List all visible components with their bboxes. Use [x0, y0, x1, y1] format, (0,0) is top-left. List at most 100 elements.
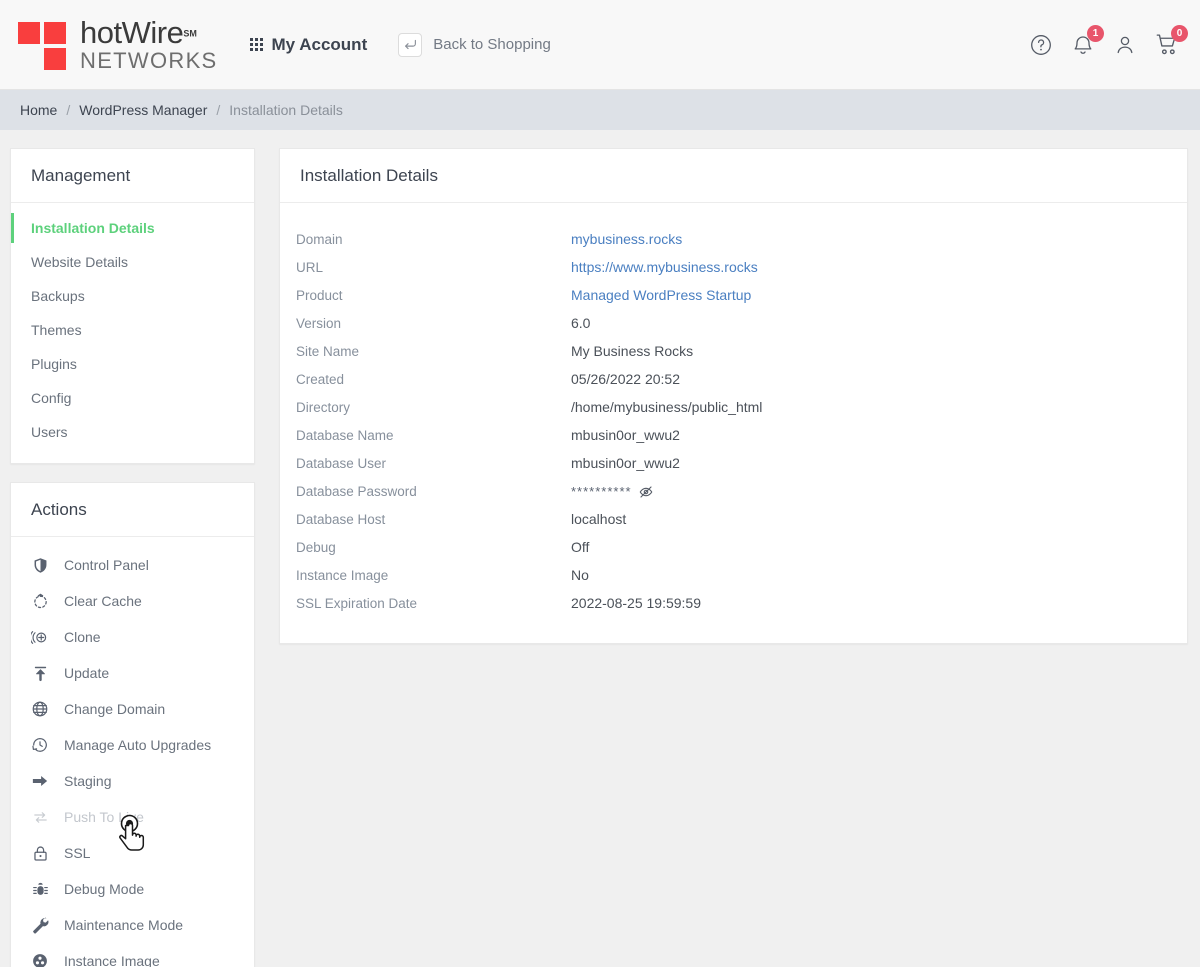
action-instance-image[interactable]: Instance Image [11, 943, 254, 967]
logo-sm-mark: SM [183, 28, 197, 39]
my-account-label: My Account [271, 34, 368, 54]
logo-squares-icon [18, 19, 70, 71]
instance-image-icon [30, 951, 50, 967]
table-row: Database Password ********** [296, 477, 1167, 505]
logo-wordmark: hotWireSM NETWORKS [80, 17, 218, 72]
action-clone[interactable]: Clone [11, 619, 254, 655]
breadcrumb-separator: / [216, 102, 221, 118]
action-label: Control Panel [64, 557, 149, 573]
table-row: Created 05/26/2022 20:52 [296, 365, 1167, 393]
table-row: Directory /home/mybusiness/public_html [296, 393, 1167, 421]
detail-label-domain: Domain [296, 232, 343, 247]
table-row: Database Name mbusin0or_wwu2 [296, 421, 1167, 449]
action-label: Maintenance Mode [64, 917, 184, 933]
detail-label-version: Version [296, 316, 342, 331]
detail-value-directory: /home/mybusiness/public_html [571, 399, 763, 415]
clone-plus-icon [30, 627, 50, 647]
my-account-button[interactable]: My Account [249, 34, 368, 55]
upload-arrow-icon [30, 663, 50, 683]
detail-value-domain[interactable]: mybusiness.rocks [571, 231, 682, 247]
detail-value-database-host: localhost [571, 511, 627, 527]
enter-return-icon [398, 32, 423, 57]
management-nav-list: Installation Details Website Details Bac… [11, 203, 254, 463]
header-actions: 1 0 [1028, 24, 1188, 58]
sidebar-item-label: Config [31, 390, 72, 406]
sidebar: Management Installation Details Website … [10, 148, 255, 967]
detail-label-site-name: Site Name [296, 344, 360, 359]
installation-details-table: Domain mybusiness.rocks URL https://www.… [280, 203, 1187, 643]
table-row: Instance Image No [296, 561, 1167, 589]
action-label: Clone [64, 629, 101, 645]
sidebar-item-users[interactable]: Users [11, 415, 254, 449]
detail-label-debug: Debug [296, 540, 336, 555]
globe-icon [30, 699, 50, 719]
history-clock-icon [30, 735, 50, 755]
swap-loop-icon [30, 807, 50, 827]
action-label: Update [64, 665, 110, 681]
table-row: Database Host localhost [296, 505, 1167, 533]
bug-icon [30, 879, 50, 899]
user-icon[interactable] [1112, 32, 1138, 58]
sidebar-item-installation-details[interactable]: Installation Details [11, 211, 254, 245]
detail-label-database-host: Database Host [296, 512, 386, 527]
back-to-shopping-label: Back to Shopping [433, 36, 551, 53]
action-manage-auto-upgrades[interactable]: Manage Auto Upgrades [11, 727, 254, 763]
action-update[interactable]: Update [11, 655, 254, 691]
sidebar-item-plugins[interactable]: Plugins [11, 347, 254, 381]
action-staging[interactable]: Staging [11, 763, 254, 799]
wrench-icon [30, 915, 50, 935]
logo-name-bottom: NETWORKS [80, 48, 218, 73]
action-maintenance-mode[interactable]: Maintenance Mode [11, 907, 254, 943]
table-row: Site Name My Business Rocks [296, 337, 1167, 365]
sidebar-item-label: Themes [31, 322, 82, 338]
management-panel: Management Installation Details Website … [10, 148, 255, 464]
action-push-to-live: Push To Live [11, 799, 254, 835]
detail-value-product[interactable]: Managed WordPress Startup [571, 287, 751, 303]
bell-icon[interactable]: 1 [1070, 24, 1104, 58]
detail-value-database-name: mbusin0or_wwu2 [571, 427, 680, 443]
action-control-panel[interactable]: Control Panel [11, 547, 254, 583]
action-change-domain[interactable]: Change Domain [11, 691, 254, 727]
breadcrumb-item-home[interactable]: Home [20, 102, 57, 118]
sidebar-item-backups[interactable]: Backups [11, 279, 254, 313]
main-content: Installation Details Domain mybusiness.r… [279, 148, 1188, 644]
back-to-shopping-button[interactable]: Back to Shopping [398, 32, 551, 57]
breadcrumb-item-wordpress-manager[interactable]: WordPress Manager [79, 102, 207, 118]
eye-off-icon[interactable] [639, 485, 653, 499]
lock-icon [30, 843, 50, 863]
actions-panel: Actions Control Panel Clear Cache Clone … [10, 482, 255, 967]
action-label: Debug Mode [64, 881, 145, 897]
sidebar-item-label: Installation Details [31, 220, 155, 236]
sidebar-item-label: Users [31, 424, 68, 440]
detail-value-debug: Off [571, 539, 590, 555]
cart-icon[interactable]: 0 [1154, 24, 1188, 58]
action-ssl[interactable]: SSL [11, 835, 254, 871]
page-title: Installation Details [280, 149, 1187, 203]
brand-logo[interactable]: hotWireSM NETWORKS [18, 17, 218, 72]
installation-details-panel: Installation Details Domain mybusiness.r… [279, 148, 1188, 644]
notification-badge: 1 [1087, 24, 1104, 42]
app-header: hotWireSM NETWORKS My Account Back to Sh… [0, 0, 1200, 90]
help-circle-icon[interactable] [1028, 32, 1054, 58]
detail-value-ssl-expiration-date: 2022-08-25 19:59:59 [571, 595, 701, 611]
detail-value-database-password: ********** [571, 483, 653, 499]
sidebar-item-themes[interactable]: Themes [11, 313, 254, 347]
breadcrumb-item-installation-details: Installation Details [229, 102, 343, 118]
management-panel-title: Management [11, 149, 254, 203]
action-label: Instance Image [64, 953, 160, 967]
action-clear-cache[interactable]: Clear Cache [11, 583, 254, 619]
detail-value-url[interactable]: https://www.mybusiness.rocks [571, 259, 758, 275]
detail-label-url: URL [296, 260, 324, 275]
action-label: SSL [64, 845, 91, 861]
detail-value-instance-image: No [571, 567, 589, 583]
sidebar-item-config[interactable]: Config [11, 381, 254, 415]
sidebar-item-website-details[interactable]: Website Details [11, 245, 254, 279]
refresh-dashed-icon [30, 591, 50, 611]
detail-value-database-user: mbusin0or_wwu2 [571, 455, 680, 471]
action-debug-mode[interactable]: Debug Mode [11, 871, 254, 907]
action-label: Change Domain [64, 701, 166, 717]
sidebar-item-label: Plugins [31, 356, 77, 372]
detail-label-product: Product [296, 288, 343, 303]
table-row: Version 6.0 [296, 309, 1167, 337]
detail-label-instance-image: Instance Image [296, 568, 389, 583]
